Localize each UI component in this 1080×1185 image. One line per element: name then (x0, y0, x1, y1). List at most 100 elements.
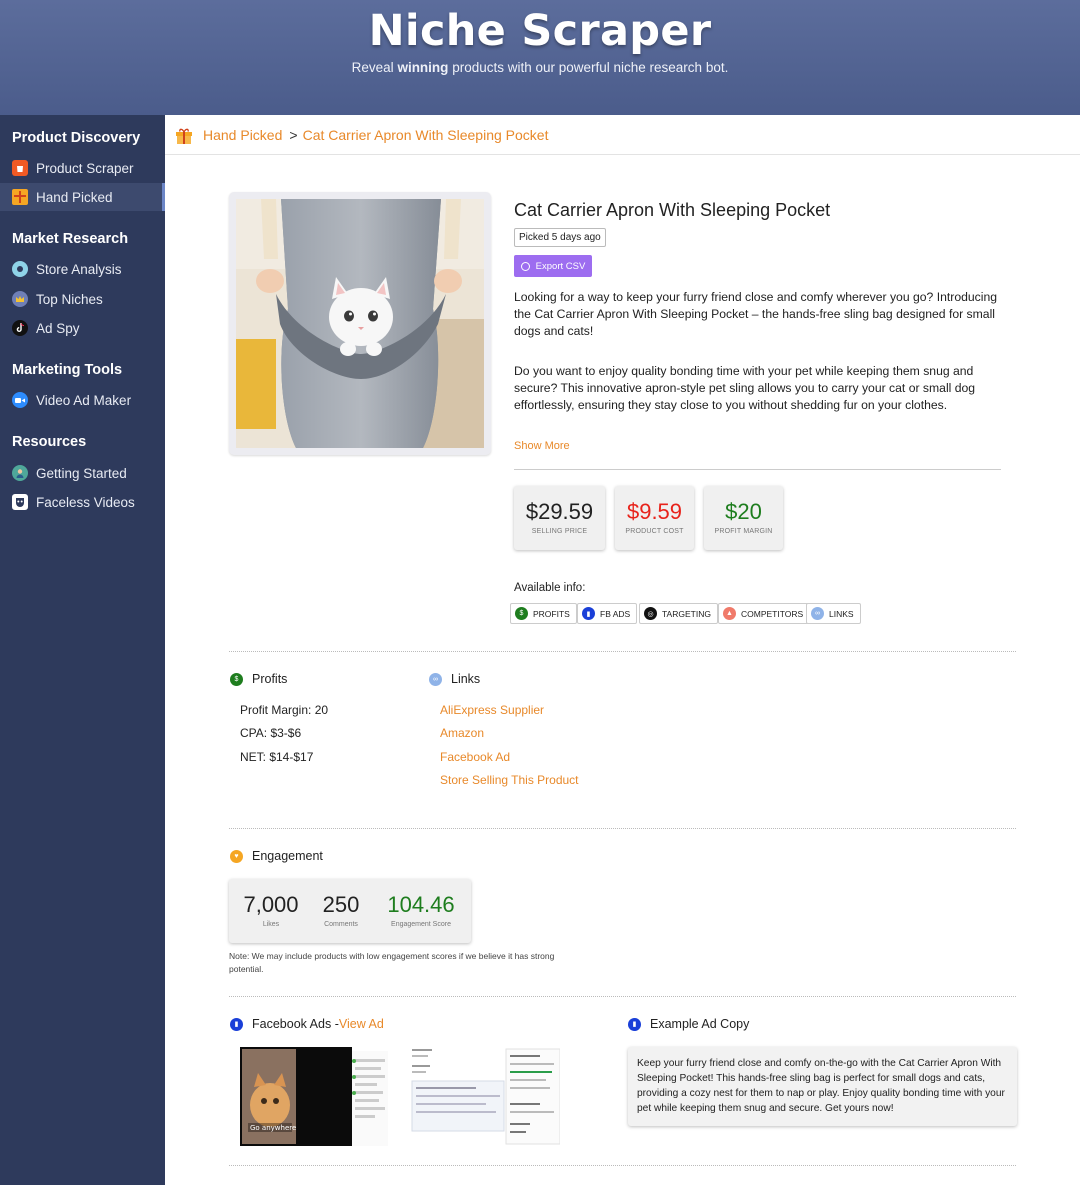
sidebar: Product Discovery Product Scraper Hand P… (0, 115, 165, 1185)
ad-copy-title: Example Ad Copy (650, 1017, 750, 1031)
picked-badge: Picked 5 days ago (514, 228, 606, 247)
main-content: Cat Carrier Apron With Sleeping Pocket P… (165, 155, 1080, 1185)
sidebar-item-label: Getting Started (36, 465, 127, 481)
score-cell: 104.46 Engagement Score (379, 879, 463, 928)
crown-icon (12, 291, 28, 307)
sidebar-item-top-niches[interactable]: Top Niches (0, 285, 165, 313)
dollar-icon: $ (230, 672, 243, 686)
ad-copy-heading: ▮ Example Ad Copy (628, 1017, 749, 1031)
product-title: Cat Carrier Apron With Sleeping Pocket (514, 200, 831, 220)
shopping-bag-icon (12, 160, 28, 176)
engagement-heading: ♥ Engagement (230, 849, 323, 863)
facebook-ad-link[interactable]: Facebook Ad (440, 750, 510, 764)
available-info-label: Available info: (514, 582, 586, 594)
links-heading: ∞ Links (429, 672, 480, 686)
app-subtitle: Reveal winning products with our powerfu… (0, 60, 1080, 75)
links-title: Links (451, 672, 481, 686)
facebook-ad-thumbnail[interactable]: Go anywhere (240, 1047, 388, 1146)
chip-fb-ads[interactable]: ▮ FB ADS (577, 603, 638, 624)
chip-label: FB ADS (600, 608, 631, 619)
section-divider (229, 651, 1016, 652)
score-label: Engagement Score (391, 921, 451, 928)
product-image (229, 192, 491, 455)
target-icon: ◎ (644, 607, 657, 620)
dollar-icon: $ (515, 607, 528, 620)
chip-label: LINKS (829, 608, 854, 619)
ad-copy-box: Keep your furry friend close and comfy o… (628, 1047, 1017, 1126)
selling-price-value: $29.59 (525, 499, 594, 524)
sidebar-section-market-research: Market Research (12, 231, 129, 247)
chip-label: COMPETITORS (741, 608, 804, 619)
breadcrumb-current[interactable]: Cat Carrier Apron With Sleeping Pocket (303, 127, 549, 143)
link-icon: ∞ (429, 672, 442, 686)
profit-margin-card: $20 PROFIT MARGIN (704, 486, 783, 550)
download-icon (520, 261, 530, 271)
sidebar-item-store-analysis[interactable]: Store Analysis (0, 255, 165, 283)
facebook-ad-details-thumbnail[interactable] (410, 1047, 561, 1146)
sidebar-item-label: Video Ad Maker (36, 392, 132, 408)
chip-links[interactable]: ∞ LINKS (806, 603, 861, 624)
view-ad-link[interactable]: View Ad (339, 1017, 384, 1031)
engagement-card: 7,000 Likes 250 Comments 104.46 Engageme… (229, 879, 471, 943)
subtitle-post: products with our powerful niche researc… (448, 60, 729, 75)
comments-value: 250 (322, 892, 360, 917)
sidebar-item-product-scraper[interactable]: Product Scraper (0, 154, 165, 182)
gift-icon (12, 189, 28, 205)
sidebar-item-video-ad-maker[interactable]: Video Ad Maker (0, 386, 165, 414)
export-csv-button[interactable]: Export CSV (514, 255, 592, 277)
bar-chart-icon: ▮ (230, 1017, 243, 1031)
comments-cell: 250 Comments (313, 879, 369, 928)
link-icon: ∞ (811, 607, 824, 620)
product-description-1: Looking for a way to keep your furry fri… (514, 290, 998, 338)
sidebar-item-hand-picked[interactable]: Hand Picked (0, 183, 165, 211)
profit-margin-label: PROFIT MARGIN (714, 528, 773, 535)
engagement-note: Note: We may include products with low e… (229, 951, 555, 974)
selling-price-card: $29.59 SELLING PRICE (514, 486, 605, 550)
sidebar-item-faceless-videos[interactable]: Faceless Videos (0, 488, 165, 516)
mask-icon (12, 494, 28, 510)
chip-competitors[interactable]: ▲ COMPETITORS (718, 603, 811, 624)
score-value: 104.46 (387, 892, 455, 917)
ad-video-preview: Go anywhere (240, 1047, 388, 1146)
comments-label: Comments (324, 921, 358, 928)
person-icon (12, 465, 28, 481)
breadcrumb-parent-link[interactable]: Hand Picked (203, 127, 282, 143)
product-cost-label: PRODUCT COST (625, 528, 684, 535)
sidebar-item-getting-started[interactable]: Getting Started (0, 459, 165, 487)
show-more-link[interactable]: Show More (514, 440, 570, 452)
sidebar-item-label: Faceless Videos (36, 494, 135, 510)
likes-cell: 7,000 Likes (239, 879, 303, 928)
app-title: Niche Scraper (368, 6, 712, 56)
tiktok-icon (12, 320, 28, 336)
product-cost-value: $9.59 (626, 499, 683, 524)
facebook-ads-heading: ▮ Facebook Ads - View Ad (230, 1017, 384, 1031)
sidebar-item-label: Store Analysis (36, 261, 122, 277)
subtitle-pre: Reveal (351, 60, 398, 75)
export-csv-label: Export CSV (535, 260, 586, 272)
aliexpress-link[interactable]: AliExpress Supplier (440, 703, 544, 717)
profit-margin-line: Profit Margin: 20 (240, 703, 329, 717)
sidebar-item-label: Hand Picked (36, 189, 113, 205)
video-camera-icon (12, 392, 28, 408)
cpa-line: CPA: $3-$6 (240, 726, 302, 740)
product-description-2: Do you want to enjoy quality bonding tim… (514, 364, 976, 412)
product-photo (236, 199, 484, 448)
sidebar-section-resources: Resources (12, 434, 87, 450)
selling-price-label: SELLING PRICE (531, 528, 588, 535)
store-link[interactable]: Store Selling This Product (440, 773, 579, 787)
sidebar-item-ad-spy[interactable]: Ad Spy (0, 314, 165, 342)
chip-targeting[interactable]: ◎ TARGETING (639, 603, 718, 624)
chip-label: PROFITS (533, 608, 570, 619)
engagement-title: Engagement (252, 849, 323, 863)
heart-icon: ♥ (230, 849, 243, 863)
amazon-link[interactable]: Amazon (440, 726, 484, 740)
sidebar-item-label: Top Niches (36, 291, 103, 307)
chip-profits[interactable]: $ PROFITS (510, 603, 577, 624)
section-divider (229, 828, 1016, 829)
thumb-caption: Go anywhere (250, 1124, 296, 1132)
flame-icon: ▲ (723, 607, 736, 620)
profits-title: Profits (252, 672, 288, 686)
section-divider (229, 1165, 1016, 1166)
net-line: NET: $14-$17 (240, 750, 314, 764)
likes-value: 7,000 (243, 892, 299, 917)
